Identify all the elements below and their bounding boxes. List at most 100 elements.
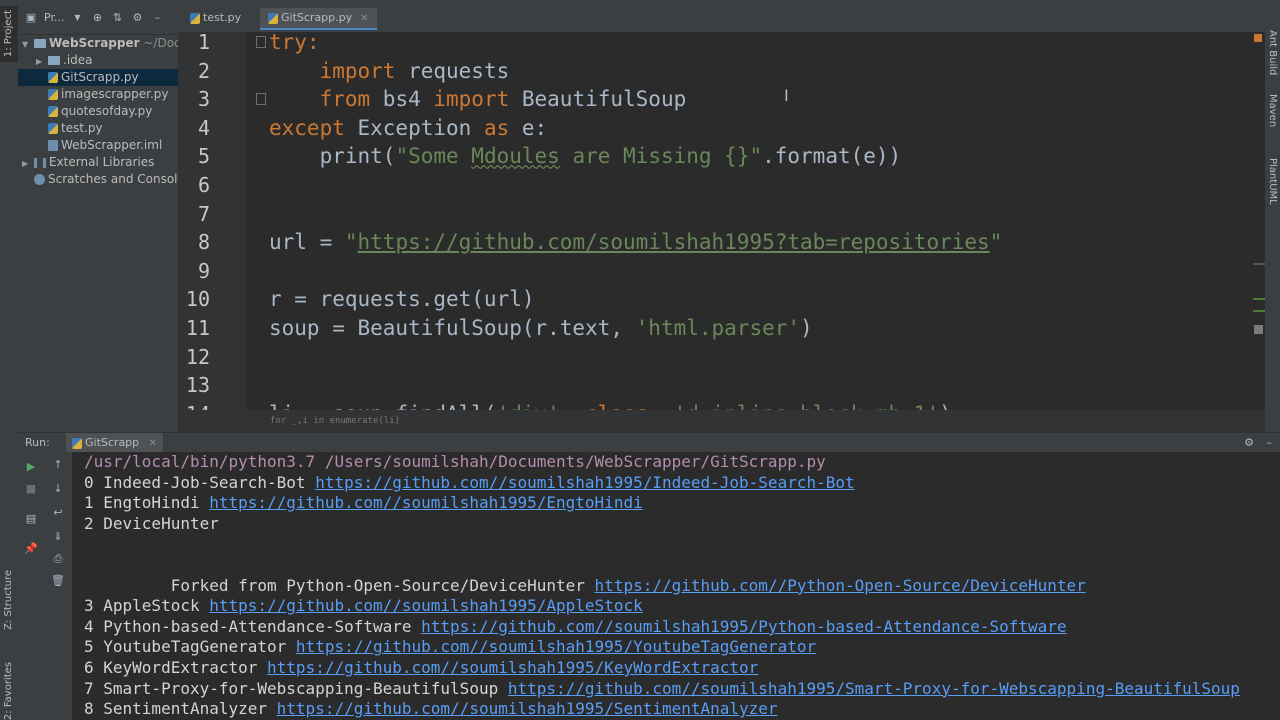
project-view-selector[interactable]: Pr... [44, 11, 64, 24]
gear-icon[interactable]: ⚙ [1244, 433, 1254, 453]
fold-marker-icon[interactable] [256, 36, 266, 48]
python-file-icon [48, 72, 58, 83]
tree-item-idea[interactable]: ▶ .idea [18, 52, 178, 69]
gear-icon[interactable]: ⚙ [130, 10, 144, 24]
print-icon[interactable]: ⎙ [51, 552, 65, 566]
console-link[interactable]: https://github.com//soumilshah1995/Indee… [315, 473, 854, 492]
console-link[interactable]: https://github.com//soumilshah1995/Engto… [209, 493, 642, 512]
line-number: 10 [185, 287, 210, 312]
close-tab-icon[interactable]: ✕ [360, 13, 368, 24]
code-editor[interactable]: 1 2 3 4 5 6 7 8 9 10 11 12 13 14 try: im… [178, 32, 1265, 410]
string-token: 'div' [497, 402, 560, 410]
keyword-token: , class_= [560, 402, 674, 410]
tree-item-imagescrapper[interactable]: imagescrapper.py [18, 86, 178, 103]
code-token: li = soup.findAll( [269, 402, 497, 410]
url-link[interactable]: https://github.com/soumilshah1995?tab=re… [358, 230, 990, 254]
plantuml-tab[interactable]: PlantUML [1267, 158, 1278, 205]
stripe-mark[interactable] [1253, 310, 1265, 312]
console-link[interactable]: https://github.com//soumilshah1995/Apple… [209, 596, 642, 615]
tab-label: test.py [203, 11, 242, 24]
tree-item-iml[interactable]: WebScrapper.iml [18, 137, 178, 154]
chevron-down-icon[interactable]: ▼ [70, 10, 84, 24]
left-tool-strip: 1: Project Z: Structure 2: Favorites [0, 0, 19, 720]
tree-item-label: quotesofday.py [61, 104, 153, 118]
console-output: 0 Indeed-Job-Search-Bot https://github.c… [84, 473, 1280, 720]
tree-item-test[interactable]: test.py [18, 120, 178, 137]
fold-marker-icon[interactable] [256, 93, 266, 105]
ant-build-tab[interactable]: Ant Build [1267, 30, 1278, 75]
run-config-tab[interactable]: GitScrapp ✕ [66, 433, 164, 454]
code-line-11: soup = BeautifulSoup(r.text, 'html.parse… [269, 314, 813, 343]
warning-mark-icon[interactable] [1254, 34, 1262, 42]
console-text: 7 Smart-Proxy-for-Webscapping-BeautifulS… [84, 678, 508, 698]
line-number: 14 [178, 400, 210, 410]
scroll-up-icon[interactable]: ↑ [51, 458, 65, 472]
collapse-icon[interactable]: ⇅ [110, 10, 124, 24]
trash-icon[interactable]: 🗑 [51, 574, 65, 588]
stripe-mark[interactable] [1253, 298, 1265, 300]
soft-wrap-icon[interactable]: ↩ [51, 506, 65, 520]
project-panel: ▣ Pr... ▼ ⊕ ⇅ ⚙ – ▼ WebScrapper ~/Docu ▶.… [18, 0, 191, 432]
code-token: soup = BeautifulSoup(r.text, [269, 316, 636, 340]
console-line: 0 Indeed-Job-Search-Bot https://github.c… [84, 473, 1280, 494]
hide-panel-icon[interactable]: – [150, 10, 164, 24]
hide-panel-icon[interactable]: – [1267, 433, 1273, 453]
scroll-to-end-icon[interactable]: ⇓ [51, 530, 65, 544]
layout-icon[interactable]: ▤ [24, 512, 38, 526]
collapsed-arrow-icon[interactable]: ▶ [36, 53, 48, 70]
close-tab-icon[interactable]: ✕ [149, 438, 157, 449]
project-tree: ▼ WebScrapper ~/Docu ▶ .idea GitScrapp.py … [18, 35, 191, 188]
scroll-down-icon[interactable]: ↓ [51, 482, 65, 496]
run-console[interactable]: /usr/local/bin/python3.7 /Users/soumilsh… [72, 452, 1280, 720]
folder-icon: ▣ [25, 10, 37, 24]
maven-tab[interactable]: Maven [1267, 94, 1278, 127]
run-toolbar-left: ▶ ■ ▤ 📌 [18, 452, 44, 720]
code-line-1: try: [269, 32, 320, 57]
tree-item-external-libraries[interactable]: ▶ External Libraries [18, 154, 178, 171]
line-number: 9 [197, 258, 210, 283]
console-line: 4 Python-based-Attendance-Software https… [84, 617, 1280, 638]
tree-item-label: imagescrapper.py [61, 87, 169, 101]
tab-gitscrapp-py[interactable]: GitScrapp.py ✕ [260, 8, 377, 30]
right-tool-strip: Ant Build Maven PlantUML [1265, 0, 1280, 432]
console-link[interactable]: https://github.com//soumilshah1995/KeyWo… [267, 658, 758, 677]
tree-item-label: Scratches and Consoles [48, 172, 192, 186]
module-file-icon [48, 140, 58, 151]
project-tool-tab[interactable]: 1: Project [0, 6, 18, 62]
stripe-mark[interactable] [1254, 325, 1263, 334]
console-text: 0 Indeed-Job-Search-Bot [84, 472, 316, 492]
console-line: 3 AppleStock https://github.com//soumils… [84, 596, 1280, 617]
line-number: 8 [197, 230, 210, 255]
console-text: 2 DeviceHunter [84, 513, 219, 533]
console-link[interactable]: https://github.com//soumilshah1995/Senti… [277, 699, 778, 718]
tree-item-scratches[interactable]: Scratches and Consoles [18, 171, 191, 188]
console-link[interactable]: https://github.com//soumilshah1995/Smart… [508, 679, 1240, 698]
code-token: requests [395, 58, 510, 83]
error-stripe [1251, 32, 1265, 410]
locate-target-icon[interactable]: ⊕ [90, 10, 104, 24]
python-file-icon [48, 123, 58, 134]
console-line: 8 SentimentAnalyzer https://github.com//… [84, 699, 1280, 720]
folder-icon [34, 39, 46, 48]
stripe-mark[interactable] [1253, 263, 1265, 265]
expanded-arrow-icon[interactable]: ▼ [22, 36, 34, 53]
code-token: bs4 [370, 87, 434, 112]
tree-item-gitscrapp[interactable]: GitScrapp.py [18, 69, 178, 86]
console-link[interactable]: https://github.com//soumilshah1995/Youtu… [296, 637, 816, 656]
collapsed-arrow-icon[interactable]: ▶ [22, 155, 34, 172]
console-link[interactable]: https://github.com//Python-Open-Source/D… [595, 576, 1086, 595]
project-panel-header: ▣ Pr... ▼ ⊕ ⇅ ⚙ – [18, 0, 178, 35]
console-line: 7 Smart-Proxy-for-Webscapping-BeautifulS… [84, 679, 1280, 700]
pin-icon[interactable]: 📌 [24, 542, 38, 556]
tab-test-py[interactable]: test.py [182, 8, 249, 28]
tree-item-quotesofday[interactable]: quotesofday.py [18, 103, 178, 120]
console-link[interactable]: https://github.com//soumilshah1995/Pytho… [421, 617, 1066, 636]
console-command: /usr/local/bin/python3.7 /Users/soumilsh… [84, 452, 826, 471]
run-panel-header: Run: GitScrapp ✕ ⚙ – [18, 432, 1280, 454]
stop-icon[interactable]: ■ [24, 482, 38, 496]
tree-root[interactable]: ▼ WebScrapper ~/Docu [18, 35, 188, 53]
rerun-icon[interactable]: ▶ [24, 460, 38, 474]
favorites-tool-tab[interactable]: 2: Favorites [3, 662, 14, 720]
structure-tool-tab[interactable]: Z: Structure [3, 570, 14, 630]
